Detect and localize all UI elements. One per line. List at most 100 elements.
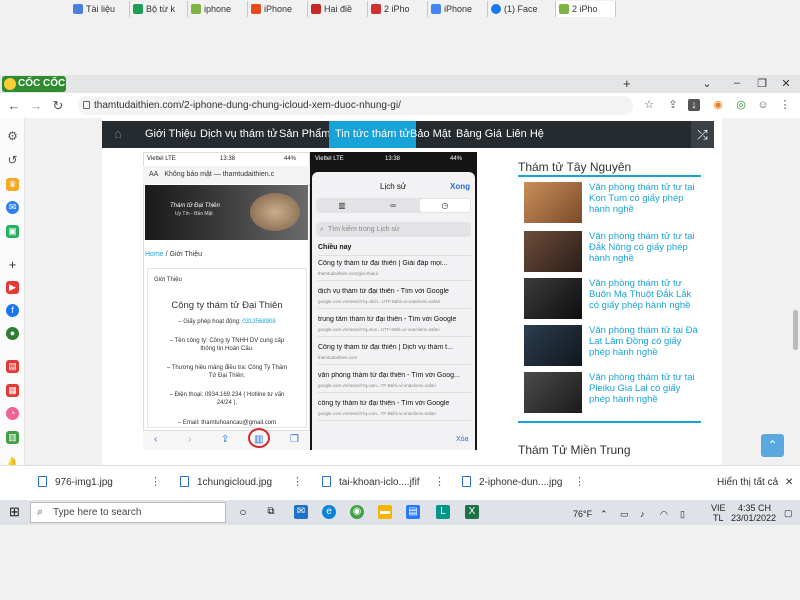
bookmark-star-icon[interactable]: ☆ <box>643 99 655 111</box>
nav-dich-vu[interactable]: Dịch vụ thám tử <box>200 121 278 148</box>
tab-0[interactable]: Tài liệu <box>70 1 130 17</box>
add-icon[interactable]: + <box>6 258 19 271</box>
game-icon[interactable]: ▣ <box>6 225 19 238</box>
reading-list-segment-icon[interactable]: ∞ <box>368 199 418 212</box>
safari-back-icon[interactable]: ‹ <box>154 434 157 445</box>
close-downloads-icon[interactable]: ✕ <box>785 477 793 488</box>
download-menu-icon[interactable]: ⋮ <box>574 475 585 488</box>
page-scrollbar[interactable] <box>791 118 800 473</box>
bookmarks-segment-icon[interactable]: ▥ <box>317 199 367 212</box>
youtube-icon[interactable]: ▶ <box>6 281 19 294</box>
language-label[interactable]: VIE <box>711 503 726 513</box>
history-item-title[interactable]: dịch vụ thám tử đại thiên - Tìm với Goog… <box>318 288 470 295</box>
safari-share-icon[interactable]: ⇪ <box>221 434 229 445</box>
reload-icon[interactable]: ↻ <box>50 98 66 114</box>
volume-icon[interactable]: ♪ <box>640 509 645 519</box>
tab-7[interactable]: (1) Face <box>488 1 556 17</box>
battery-icon[interactable]: ▯ <box>680 509 685 520</box>
tab-search-icon[interactable]: ⌄ <box>700 77 714 90</box>
history-item-title[interactable]: văn phòng thám tử đại thiên - Tìm với Go… <box>318 372 470 379</box>
post-thumbnail[interactable] <box>524 182 582 223</box>
crown-icon[interactable]: ♛ <box>6 178 19 191</box>
post-thumbnail[interactable] <box>524 372 582 413</box>
tab-8-active[interactable]: 2 iPho <box>556 1 616 17</box>
new-tab-button[interactable]: + <box>623 76 631 91</box>
tray-chevron-icon[interactable]: ⌃ <box>600 509 608 520</box>
extension-icon[interactable]: ◎ <box>735 99 747 111</box>
notifications-icon[interactable]: ▢ <box>784 508 793 519</box>
history-item-title[interactable]: công ty thám tử đại thiên - Tìm với Goog… <box>318 400 470 407</box>
taskbar-search-input[interactable]: ⌕ Type here to search <box>30 502 226 523</box>
done-button[interactable]: Xong <box>450 182 470 191</box>
minimize-icon[interactable]: – <box>730 77 744 89</box>
menu-icon[interactable]: ⋮ <box>779 99 791 111</box>
mail-icon[interactable]: ✉ <box>294 505 308 519</box>
nav-tin-tuc[interactable]: Tin tức thám tử <box>329 121 416 148</box>
forward-arrow-icon[interactable]: → <box>28 98 44 113</box>
chat-icon[interactable]: ● <box>6 327 19 340</box>
tab-6[interactable]: iPhone <box>428 1 488 17</box>
word-icon[interactable]: ▤ <box>406 505 420 519</box>
download-menu-icon[interactable]: ⋮ <box>292 475 303 488</box>
edge-icon[interactable]: e <box>322 505 336 519</box>
download-item[interactable]: 1chungicloud.jpg <box>197 477 272 488</box>
share-icon[interactable]: ⇪ <box>667 99 679 111</box>
history-item-title[interactable]: Công ty thám tử đại thiên | Giải đáp mọi… <box>318 260 470 267</box>
video-icon[interactable]: ▦ <box>6 384 19 397</box>
weather-label[interactable]: 76°F <box>573 509 592 519</box>
download-item[interactable]: tai-khoan-iclo....jfif <box>339 477 420 488</box>
history-segment-icon[interactable]: ◷ <box>420 199 470 212</box>
tab-5[interactable]: 2 iPho <box>368 1 428 17</box>
url-field[interactable]: thamtudaithien.com/2-iphone-dung-chung-i… <box>78 96 633 115</box>
post-thumbnail[interactable] <box>524 325 582 366</box>
home-icon[interactable]: ⌂ <box>114 127 130 141</box>
task-view-icon[interactable]: ⧉ <box>264 505 278 519</box>
settings-gear-icon[interactable]: ⚙ <box>6 130 19 143</box>
scroll-to-top-button[interactable]: ⌃ <box>761 434 784 457</box>
history-search-input[interactable]: ⌕ Tìm kiếm trong Lịch sử <box>316 222 471 237</box>
shuffle-icon[interactable]: ⤮ <box>691 121 714 148</box>
post-link[interactable]: Văn phòng thám tử tại Đà Lạt Lâm Đồng có… <box>589 325 701 358</box>
download-item[interactable]: 2-iphone-dun....jpg <box>479 477 562 488</box>
download-item[interactable]: 976-img1.jpg <box>55 477 113 488</box>
profile-icon[interactable]: ☺ <box>757 99 769 111</box>
tab-2[interactable]: iphone <box>188 1 248 17</box>
nav-gioi-thieu[interactable]: Giới Thiệu <box>145 121 196 148</box>
scrollbar-thumb[interactable] <box>793 310 798 350</box>
nav-lien-he[interactable]: Liên Hệ <box>506 121 544 148</box>
download-menu-icon[interactable]: ⋮ <box>150 475 161 488</box>
table-icon[interactable]: ▥ <box>6 431 19 444</box>
shop-icon[interactable]: ▤ <box>6 360 19 373</box>
tab-3[interactable]: iPhone <box>248 1 308 17</box>
windows-start-icon[interactable]: ⊞ <box>9 505 20 519</box>
history-item-title[interactable]: Công ty thám tử đại thiên | Dịch vụ thám… <box>318 344 470 351</box>
history-icon[interactable]: ↺ <box>6 154 19 167</box>
nav-bang-gia[interactable]: Bảng Giá <box>456 121 502 148</box>
tab-1[interactable]: Bộ từ k <box>130 1 188 17</box>
close-window-icon[interactable]: ✕ <box>779 77 793 90</box>
post-thumbnail[interactable] <box>524 278 582 319</box>
nav-san-pham[interactable]: Sản Phẩm <box>279 121 330 148</box>
browser-brand-button[interactable]: CỐC CỐC <box>2 76 66 92</box>
app-icon[interactable]: ◔ <box>6 407 19 420</box>
download-icon[interactable]: ↓ <box>688 99 700 111</box>
app-l-icon[interactable]: L <box>436 505 450 519</box>
history-item-title[interactable]: trung tâm thám tử đại thiên - Tìm với Go… <box>318 316 470 323</box>
post-thumbnail[interactable] <box>524 231 582 272</box>
cortana-icon[interactable]: ○ <box>236 505 250 519</box>
clear-history-button[interactable]: Xóa <box>456 436 468 443</box>
show-all-downloads-link[interactable]: Hiển thị tất cả <box>717 477 778 488</box>
download-menu-icon[interactable]: ⋮ <box>434 475 445 488</box>
post-link[interactable]: Văn phòng thám tử tư tại Pleiku Gia Lai … <box>589 372 701 405</box>
extension-icon[interactable]: ◉ <box>712 99 724 111</box>
wifi-icon[interactable]: ◠ <box>660 509 668 520</box>
clock-time[interactable]: 4:35 CH <box>738 503 771 513</box>
safari-forward-icon[interactable]: › <box>188 434 191 445</box>
file-explorer-icon[interactable]: ▬ <box>378 505 392 519</box>
network-icon[interactable]: ▭ <box>620 509 629 520</box>
back-arrow-icon[interactable]: ← <box>6 98 22 113</box>
post-link[interactable]: Văn phòng thám tử tư tại Đắk Nông có giấ… <box>589 231 701 264</box>
restore-icon[interactable]: ❐ <box>755 77 769 90</box>
tab-4[interactable]: Hai điề <box>308 1 368 17</box>
post-link[interactable]: Văn phòng thám tử tư Buôn Mạ Thuột Đắk L… <box>589 278 701 311</box>
